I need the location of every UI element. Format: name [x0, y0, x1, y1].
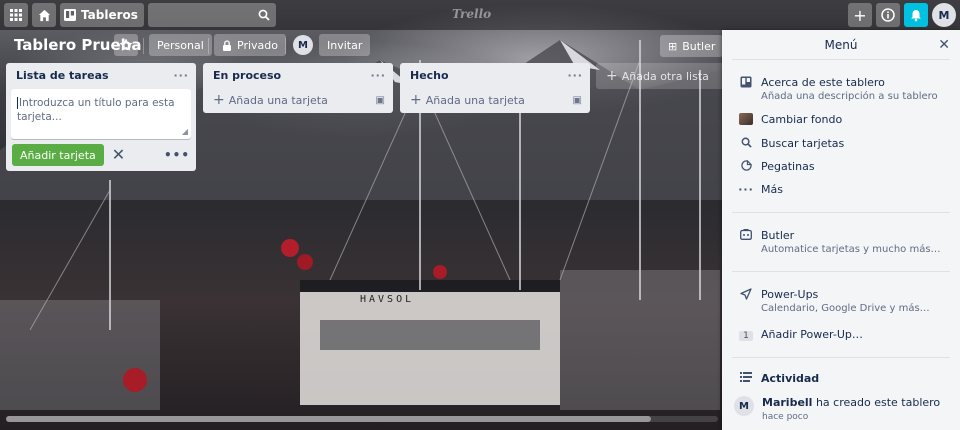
activity-action: ha creado este tablero [815, 396, 941, 409]
menu-item-sub: Automatice tarjetas y mucho más… [761, 244, 941, 255]
list-menu-icon[interactable]: ··· [370, 69, 386, 82]
more-icon: ··· [738, 183, 754, 196]
activity-heading: Actividad [761, 372, 820, 385]
butler-button[interactable]: ⊞ Butler [660, 35, 724, 57]
top-header: Tableros Trello + M [0, 0, 960, 30]
search-icon [258, 9, 270, 21]
card-title-placeholder: Introduzca un título para esta tarjeta..… [17, 97, 175, 123]
board-menu-panel: Menú ✕ Acerca de este tablero Añada una … [722, 30, 960, 430]
card-template-icon[interactable]: ▣ [376, 95, 385, 106]
member-avatar[interactable]: M [293, 35, 313, 55]
list-menu-icon[interactable]: ··· [173, 69, 189, 82]
info-button[interactable] [876, 3, 900, 27]
create-button[interactable]: + [848, 3, 872, 27]
star-icon [120, 39, 132, 51]
background-thumbnail [739, 113, 753, 125]
boards-button[interactable]: Tableros [60, 3, 144, 27]
list-title[interactable]: Hecho [410, 69, 449, 82]
add-card-label: Añada una tarjeta [425, 93, 525, 107]
butler-icon: ⊞ [668, 39, 678, 53]
close-icon[interactable]: ✕ [938, 37, 950, 53]
menu-item-label: Añadir Power-Up… [761, 328, 863, 341]
notifications-button[interactable] [904, 3, 928, 27]
menu-item-label: Buscar tarjetas [761, 137, 845, 150]
grid-icon [10, 9, 22, 21]
menu-item-sub: Añada una descripción a su tablero [761, 91, 938, 102]
plus-icon: + [606, 68, 618, 84]
list-title[interactable]: En proceso [213, 69, 281, 82]
activity-entry: M Maribell ha creado este tablero hace p… [722, 396, 960, 424]
card-title-input[interactable]: Introduzca un título para esta tarjeta..… [11, 89, 191, 139]
add-card-label: Añada una tarjeta [228, 93, 328, 107]
sticker-icon [738, 160, 754, 174]
resize-handle-icon[interactable]: ◢ [182, 127, 188, 136]
activity-avatar[interactable]: M [734, 396, 754, 416]
add-list-button[interactable]: + Añada otra lista [596, 63, 724, 89]
activity-time[interactable]: hace poco [762, 410, 948, 424]
menu-item-label: Acerca de este tablero [761, 76, 885, 89]
menu-item-more[interactable]: ··· Más [722, 183, 960, 197]
menu-item-about[interactable]: Acerca de este tablero Añada una descrip… [722, 76, 960, 104]
menu-item-label: Más [761, 183, 783, 196]
home-button[interactable] [32, 3, 56, 27]
activity-list-icon [738, 372, 754, 385]
invite-button[interactable]: Invitar [319, 34, 371, 56]
add-card-button[interactable]: Añadir tarjeta [12, 144, 104, 166]
info-icon [881, 8, 895, 22]
add-card-link[interactable]: + Añada una tarjeta ▣ [203, 87, 393, 113]
menu-item-powerups[interactable]: Power-Ups Calendario, Google Drive y más… [722, 288, 960, 316]
team-button[interactable]: Personal [149, 34, 212, 56]
bell-icon [911, 9, 921, 21]
butler-label: Butler [682, 39, 716, 53]
home-icon [38, 9, 50, 21]
svg-text:HAVSOL: HAVSOL [360, 294, 414, 305]
card-template-icon[interactable]: ▣ [573, 95, 582, 106]
menu-item-sub: Calendario, Google Drive y más… [761, 303, 930, 314]
star-button[interactable] [114, 34, 138, 56]
menu-title: Menú [824, 37, 858, 52]
horizontal-scrollbar[interactable] [6, 416, 718, 422]
search-input[interactable] [147, 3, 276, 27]
plus-icon: + [213, 92, 225, 108]
menu-item-background[interactable]: Cambiar fondo [722, 113, 960, 128]
menu-item-add-powerup[interactable]: 1 Añadir Power-Up… [722, 328, 960, 342]
trello-logo[interactable]: Trello [452, 7, 491, 21]
menu-item-search-cards[interactable]: Buscar tarjetas [722, 137, 960, 151]
list-title[interactable]: Lista de tareas [16, 69, 109, 82]
team-label: Personal [157, 38, 204, 52]
add-card-link[interactable]: + Añada una tarjeta ▣ [400, 87, 590, 113]
scrollbar-thumb[interactable] [6, 416, 651, 422]
menu-item-label: Power-Ups [761, 288, 819, 301]
activity-user[interactable]: Maribell [762, 396, 812, 409]
menu-item-label: Pegatinas [761, 160, 815, 173]
rocket-icon [738, 288, 754, 303]
list-todo: Lista de tareas ··· Introduzca un título… [6, 63, 196, 171]
lock-icon [223, 39, 231, 51]
menu-item-label: Cambiar fondo [761, 113, 843, 126]
list-menu-icon[interactable]: ··· [567, 69, 583, 82]
plus-icon: + [853, 5, 867, 25]
composer-options-icon[interactable]: ••• [164, 148, 190, 162]
visibility-label: Privado [237, 38, 278, 52]
board-header: Tablero Prueba Personal Privado M Invita… [0, 34, 722, 58]
add-list-label: Añada otra lista [621, 69, 709, 83]
user-avatar[interactable]: M [932, 3, 956, 27]
board-icon [738, 76, 754, 91]
menu-item-butler[interactable]: Butler Automatice tarjetas y mucho más… [722, 229, 960, 257]
apps-grid-button[interactable] [4, 3, 28, 27]
invite-label: Invitar [327, 38, 363, 52]
powerup-count-badge: 1 [739, 331, 753, 341]
list-done: Hecho ··· + Añada una tarjeta ▣ [400, 63, 590, 113]
butler-icon [738, 229, 754, 243]
boards-label: Tableros [81, 8, 138, 22]
menu-item-stickers[interactable]: Pegatinas [722, 160, 960, 174]
list-in-progress: En proceso ··· + Añada una tarjeta ▣ [203, 63, 393, 113]
plus-icon: + [410, 92, 422, 108]
close-icon[interactable]: ✕ [112, 147, 125, 163]
search-icon [738, 137, 754, 151]
board-icon [64, 9, 76, 21]
menu-item-label: Butler [761, 229, 795, 242]
visibility-button[interactable]: Privado [214, 34, 286, 56]
activity-heading-row: Actividad [722, 372, 960, 386]
